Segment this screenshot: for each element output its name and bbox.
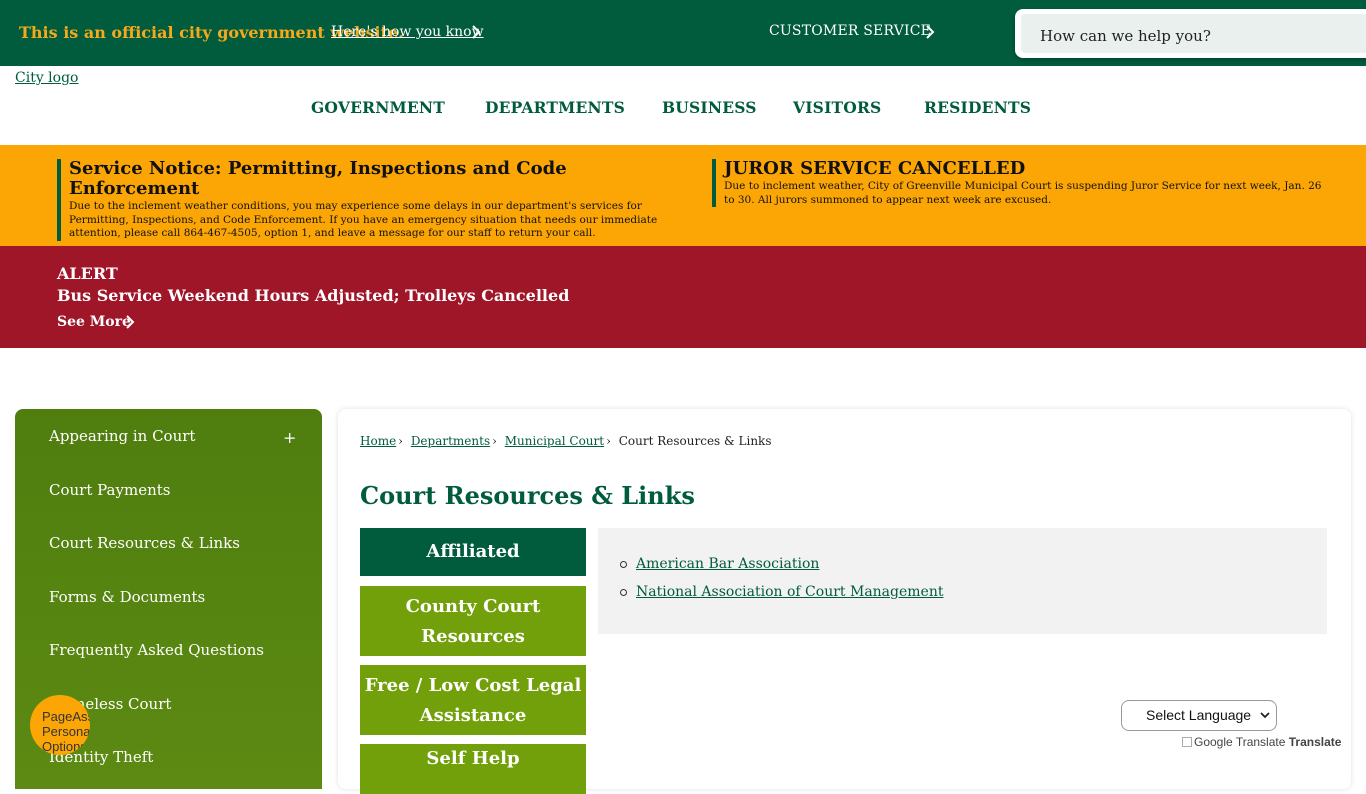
top-bar: This is an official city government webs…	[0, 0, 1366, 66]
sidebar-item-forms-documents[interactable]: Forms & Documents	[49, 588, 205, 606]
alert-bar: ALERT Bus Service Weekend Hours Adjusted…	[0, 246, 1366, 348]
city-logo[interactable]: City logo	[15, 70, 78, 86]
expand-icon[interactable]: +	[283, 428, 296, 447]
search-input[interactable]: How can we help you?	[1021, 14, 1366, 53]
breadcrumb-municipal-court[interactable]: Municipal Court	[505, 434, 604, 448]
link-american-bar-association[interactable]: American Bar Association	[636, 556, 819, 572]
list-item: American Bar Association	[619, 556, 943, 572]
main-content: Home › Departments › Municipal Court › Cour…	[338, 409, 1351, 794]
see-more-link[interactable]: See More	[57, 314, 131, 330]
sidebar-item-faq[interactable]: Frequently Asked Questions	[49, 641, 264, 659]
google-translate-credit: Google Translate Translate	[1182, 735, 1341, 749]
chevron-right-icon	[126, 315, 135, 329]
notice-juror: JUROR SERVICE CANCELLED Due to inclement…	[712, 159, 1332, 207]
breadcrumb-home[interactable]: Home	[360, 434, 396, 448]
language-select-label: Select Language	[1146, 707, 1252, 723]
breadcrumb-current: Court Resources & Links	[618, 434, 772, 448]
alert-text: Bus Service Weekend Hours Adjusted; Trol…	[57, 286, 570, 305]
breadcrumb: Home › Departments › Municipal Court › Cour…	[360, 434, 771, 448]
nav-visitors[interactable]: VISITORS	[793, 98, 881, 117]
link-national-association-court-management[interactable]: National Association of Court Management	[636, 584, 943, 600]
notice-title[interactable]: JUROR SERVICE CANCELLED	[724, 159, 1332, 179]
translate-link[interactable]: Translate	[1289, 735, 1342, 749]
tab-panel: American Bar Association National Associ…	[598, 528, 1327, 634]
sidebar-item-court-payments[interactable]: Court Payments	[49, 481, 170, 499]
chevron-right-icon	[472, 25, 481, 39]
nav-government[interactable]: GOVERNMENT	[311, 98, 445, 117]
tab-self-help[interactable]: Self Help	[360, 744, 586, 794]
notice-permitting: Service Notice: Permitting, Inspections …	[57, 159, 703, 241]
search-placeholder: How can we help you?	[1040, 27, 1211, 45]
sidebar-item-court-resources[interactable]: Court Resources & Links	[49, 534, 240, 552]
alert-title: ALERT	[57, 264, 118, 283]
how-you-know-link[interactable]: Here's how you know	[331, 24, 484, 40]
breadcrumb-separator: ›	[606, 434, 611, 448]
list-item: National Association of Court Management	[619, 584, 943, 600]
link-list: American Bar Association National Associ…	[619, 556, 943, 612]
personalization-widget-button[interactable]: PageAssist Personalization Options	[30, 695, 90, 755]
breadcrumb-separator: ›	[492, 434, 497, 448]
nav-residents[interactable]: RESIDENTS	[924, 98, 1031, 117]
page-title: Court Resources & Links	[360, 481, 695, 510]
nav-departments[interactable]: DEPARTMENTS	[485, 98, 625, 117]
chevron-down-icon	[1260, 712, 1270, 719]
widget-alt-text: PageAssist Personalization Options	[42, 709, 90, 754]
notice-body: Due to inclement weather, City of Greenv…	[724, 180, 1322, 206]
chevron-right-icon	[926, 25, 935, 39]
notice-body: Due to the inclement weather conditions,…	[69, 200, 658, 239]
breadcrumb-separator: ›	[398, 434, 403, 448]
search-box[interactable]: How can we help you?	[1015, 9, 1366, 58]
tab-free-legal-assistance[interactable]: Free / Low Cost Legal Assistance	[360, 665, 586, 735]
broken-image-icon	[1182, 737, 1192, 747]
sidebar-item-appearing-in-court[interactable]: Appearing in Court	[49, 427, 195, 445]
google-translate-label: Google Translate	[1194, 735, 1286, 749]
customer-service-link[interactable]: CUSTOMER SERVICE	[769, 23, 931, 39]
notice-bar: Service Notice: Permitting, Inspections …	[0, 145, 1366, 246]
tab-affiliated-organizations[interactable]: Affiliated Organizations	[360, 528, 586, 610]
tab-county-court-resources[interactable]: County Court Resources	[360, 586, 586, 656]
language-select[interactable]: Select Language	[1121, 700, 1277, 731]
nav-business[interactable]: BUSINESS	[662, 98, 757, 117]
breadcrumb-departments[interactable]: Departments	[411, 434, 490, 448]
notice-title[interactable]: Service Notice: Permitting, Inspections …	[69, 159, 703, 199]
